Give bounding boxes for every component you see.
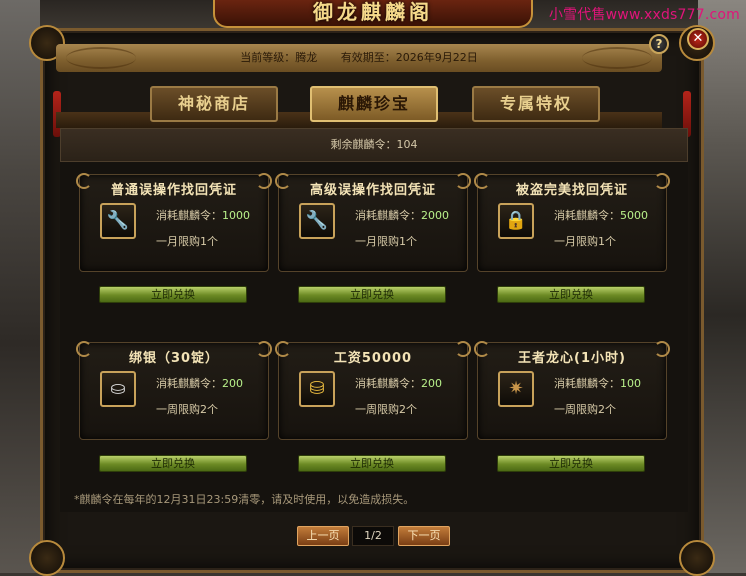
item-cost: 消耗麒麟令：1000 (156, 209, 250, 222)
item-limit: 一月限购1个 (554, 235, 616, 248)
item-title: 被盗完美找回凭证 (515, 183, 628, 198)
title-plate: 御龙麒麟阁 (213, 0, 533, 28)
help-button[interactable]: ? (649, 34, 669, 54)
item-title: 普通误操作找回凭证 (110, 183, 237, 198)
next-page-button[interactable]: 下一页 (398, 526, 450, 546)
item-limit: 一周限购2个 (554, 403, 616, 416)
background-right-scenery (698, 0, 746, 573)
expiry-date: 有效期至：2026年9月22日 (340, 51, 478, 64)
redeem-button[interactable]: 立即兑换 (99, 455, 247, 472)
close-button[interactable]: ✕ (687, 28, 709, 50)
background-left-scenery (0, 0, 40, 573)
cost-value: 5000 (620, 209, 648, 222)
dragon-heart-icon[interactable]: ✷ (498, 371, 534, 407)
window-title: 御龙麒麟阁 (313, 0, 433, 24)
cost-value: 200 (222, 377, 243, 390)
item-cost: 消耗麒麟令：200 (156, 377, 243, 390)
page-indicator: 1/2 (352, 526, 394, 546)
cost-value: 100 (620, 377, 641, 390)
item-cost: 消耗麒麟令：2000 (355, 209, 449, 222)
item-limit: 一周限购2个 (156, 403, 218, 416)
tab-qilin-treasure[interactable]: 麒麟珍宝 (310, 86, 438, 122)
current-level: 当前等级：腾龙 (240, 51, 318, 64)
cost-value: 200 (421, 377, 442, 390)
silver-ingot-icon[interactable]: ⛀ (100, 371, 136, 407)
item-limit: 一月限购1个 (355, 235, 417, 248)
redeem-button[interactable]: 立即兑换 (99, 286, 247, 303)
item-title: 绑银（30锭） (128, 351, 220, 366)
lock-icon[interactable]: 🔒 (498, 203, 534, 239)
redeem-button[interactable]: 立即兑换 (497, 286, 645, 303)
item-cost: 消耗麒麟令：100 (554, 377, 641, 390)
remaining-tokens: 剩余麒麟令：104 (60, 128, 688, 162)
item-card: 高级误操作找回凭证 🔧 消耗麒麟令：2000 一月限购1个 (275, 173, 471, 272)
info-bar: 当前等级：腾龙 有效期至：2026年9月22日 (56, 44, 662, 72)
redeem-button[interactable]: 立即兑换 (298, 455, 446, 472)
prev-page-button[interactable]: 上一页 (297, 526, 349, 546)
wrench-icon[interactable]: 🔧 (100, 203, 136, 239)
item-card: 绑银（30锭） ⛀ 消耗麒麟令：200 一周限购2个 (76, 341, 272, 440)
redeem-button[interactable]: 立即兑换 (298, 286, 446, 303)
tab-exclusive-privileges[interactable]: 专属特权 (472, 86, 600, 122)
scroll-ornament-icon (66, 47, 136, 69)
item-cost: 消耗麒麟令：200 (355, 377, 442, 390)
reset-notice: *麒麟令在每年的12月31日23:59清零，请及时使用，以免造成损失。 (74, 493, 415, 506)
redeem-button[interactable]: 立即兑换 (497, 455, 645, 472)
item-limit: 一周限购2个 (355, 403, 417, 416)
item-title: 高级误操作找回凭证 (309, 183, 436, 198)
item-card: 被盗完美找回凭证 🔒 消耗麒麟令：5000 一月限购1个 (474, 173, 670, 272)
cost-value: 1000 (222, 209, 250, 222)
cost-value: 2000 (421, 209, 449, 222)
item-title: 工资50000 (333, 351, 413, 366)
corner-ornament-icon (29, 540, 65, 576)
corner-ornament-icon (679, 540, 715, 576)
item-limit: 一月限购1个 (156, 235, 218, 248)
gold-coins-icon[interactable]: ⛁ (299, 371, 335, 407)
watermark-text: 小雪代售www.xxds777.com (548, 7, 740, 23)
item-title: 王者龙心(1小时) (518, 351, 626, 366)
item-cost: 消耗麒麟令：5000 (554, 209, 648, 222)
item-card: 普通误操作找回凭证 🔧 消耗麒麟令：1000 一月限购1个 (76, 173, 272, 272)
tab-mystery-shop[interactable]: 神秘商店 (150, 86, 278, 122)
item-card: 王者龙心(1小时) ✷ 消耗麒麟令：100 一周限购2个 (474, 341, 670, 440)
wrench-icon[interactable]: 🔧 (299, 203, 335, 239)
scroll-ornament-icon (582, 47, 652, 69)
item-card: 工资50000 ⛁ 消耗麒麟令：200 一周限购2个 (275, 341, 471, 440)
